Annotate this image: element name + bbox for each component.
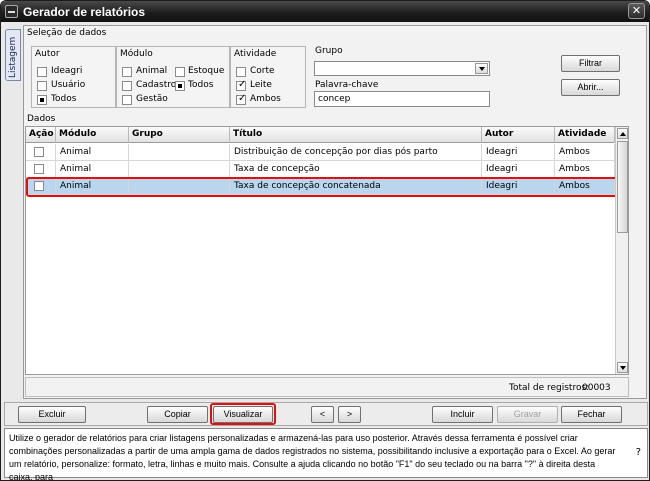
help-question-button[interactable]: ? (636, 447, 641, 458)
author-todos-label: Todos (51, 94, 77, 104)
row-group-cell (129, 161, 230, 178)
row-title-cell: Taxa de concepção (230, 161, 482, 178)
row-action-cell (26, 144, 56, 161)
activity-group-title: Atividade (234, 49, 277, 59)
group-label: Grupo (315, 46, 343, 56)
module-group-title: Módulo (120, 49, 153, 59)
row-title-cell: Distribuição de concepção por dias pós p… (230, 144, 482, 161)
row-module-cell: Animal (56, 161, 129, 178)
copy-button[interactable]: Copiar (147, 406, 208, 423)
table-row[interactable]: Animal Distribuição de concepção por dia… (26, 144, 628, 161)
close-button[interactable]: ✕ (628, 3, 645, 19)
column-header-atividade[interactable]: Atividade (555, 127, 615, 143)
total-bar: Total de registros: 00003 (25, 377, 629, 397)
column-header-autor[interactable]: Autor (482, 127, 555, 143)
activity-ambos-checkbox[interactable] (236, 93, 246, 105)
selected-row-highlight (26, 177, 626, 197)
module-gestao-checkbox[interactable] (122, 95, 132, 105)
row-activity-cell: Ambos (555, 161, 615, 178)
help-text: Utilize o gerador de relatórios para cri… (9, 433, 616, 481)
keyword-input[interactable]: concep (314, 91, 490, 107)
app-icon (5, 5, 18, 18)
activity-group: Atividade Corte Leite Ambos (230, 46, 306, 108)
author-usuario-label: Usuário (51, 80, 86, 90)
module-animal-label: Animal (136, 66, 168, 76)
tab-listagem[interactable]: Listagem (5, 29, 21, 81)
grid-header: Ação Módulo Grupo Título Autor Atividade (26, 127, 628, 143)
total-records-value: 00003 (582, 383, 611, 393)
view-button-highlight (210, 403, 276, 425)
column-header-titulo[interactable]: Título (230, 127, 482, 143)
row-checkbox[interactable] (34, 147, 44, 157)
column-header-grupo[interactable]: Grupo (129, 127, 230, 143)
table-row[interactable]: Animal Taxa de concepção Ideagri Ambos (26, 161, 628, 178)
author-todos-checkbox[interactable] (37, 95, 47, 105)
module-estoque-label: Estoque (188, 66, 225, 76)
row-author-cell: Ideagri (482, 144, 555, 161)
module-estoque-checkbox[interactable] (175, 67, 185, 77)
module-cadastro-label: Cadastro (136, 80, 177, 90)
activity-corte-label: Corte (250, 66, 275, 76)
author-group-title: Autor (35, 49, 60, 59)
close-form-button[interactable]: Fechar (561, 406, 622, 423)
module-animal-checkbox[interactable] (122, 67, 132, 77)
activity-leite-checkbox[interactable] (236, 79, 246, 91)
include-button[interactable]: Incluir (432, 406, 493, 423)
scroll-thumb[interactable] (617, 141, 628, 233)
module-group: Módulo Animal Estoque Cadastro Todos Ges… (116, 46, 230, 108)
activity-leite-label: Leite (250, 80, 272, 90)
total-records-label: Total de registros: (509, 383, 590, 393)
vertical-scrollbar[interactable] (615, 127, 628, 374)
scroll-down-icon[interactable] (617, 362, 628, 373)
save-button[interactable]: Gravar (497, 406, 558, 423)
tab-listagem-label: Listagem (8, 36, 18, 78)
keyword-label: Palavra-chave (315, 80, 379, 90)
author-ideagri-label: Ideagri (51, 66, 83, 76)
row-author-cell: Ideagri (482, 161, 555, 178)
data-section-label: Dados (27, 114, 56, 124)
data-grid: Ação Módulo Grupo Título Autor Atividade… (25, 126, 629, 375)
row-checkbox[interactable] (34, 164, 44, 174)
delete-button[interactable]: Excluir (18, 406, 86, 423)
filter-button[interactable]: Filtrar (561, 55, 620, 72)
activity-corte-checkbox[interactable] (236, 67, 246, 77)
next-button[interactable]: > (338, 406, 361, 423)
previous-button[interactable]: < (311, 406, 334, 423)
title-bar[interactable]: Gerador de relatórios ✕ (1, 1, 649, 22)
author-ideagri-checkbox[interactable] (37, 67, 47, 77)
help-box: Utilize o gerador de relatórios para cri… (4, 428, 648, 481)
selection-section-label: Seleção de dados (27, 28, 107, 38)
module-gestao-label: Gestão (136, 94, 168, 104)
open-button[interactable]: Abrir... (561, 79, 620, 96)
column-header-acao[interactable]: Ação (26, 127, 56, 143)
module-todos-label: Todos (188, 80, 214, 90)
activity-ambos-label: Ambos (250, 94, 281, 104)
row-action-cell (26, 161, 56, 178)
main-panel: Seleção de dados Autor Ideagri Usuário T… (23, 25, 647, 399)
scroll-up-icon[interactable] (617, 128, 628, 139)
group-select[interactable] (314, 61, 490, 76)
author-usuario-checkbox[interactable] (37, 81, 47, 91)
module-cadastro-checkbox[interactable] (122, 81, 132, 91)
report-generator-window: Gerador de relatórios ✕ Listagem Seleção… (0, 0, 650, 481)
window-title: Gerador de relatórios (23, 5, 146, 19)
row-activity-cell: Ambos (555, 144, 615, 161)
row-module-cell: Animal (56, 144, 129, 161)
author-group: Autor Ideagri Usuário Todos (31, 46, 116, 108)
action-bar: Excluir Copiar Visualizar < > Incluir Gr… (4, 402, 648, 426)
column-header-modulo[interactable]: Módulo (56, 127, 129, 143)
module-todos-checkbox[interactable] (175, 81, 185, 91)
chevron-down-icon[interactable] (475, 63, 488, 74)
row-group-cell (129, 144, 230, 161)
